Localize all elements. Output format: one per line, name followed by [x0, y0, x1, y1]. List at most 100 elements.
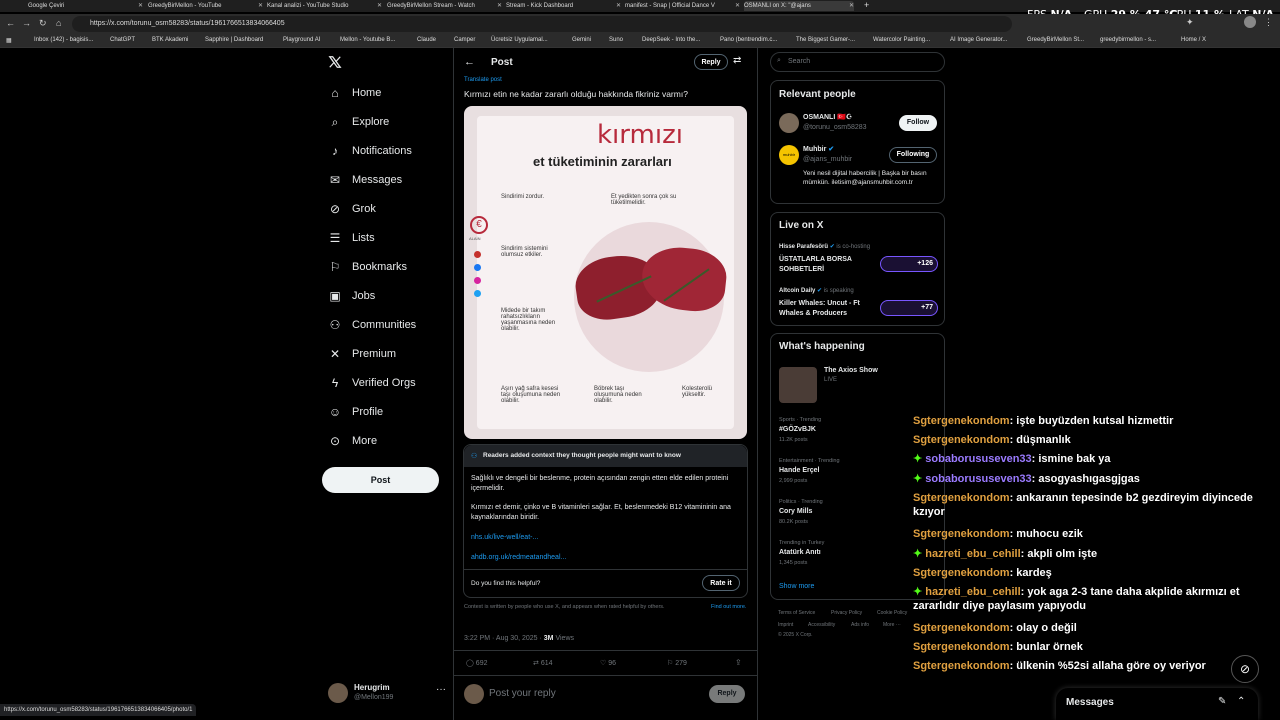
profile-avatar[interactable] [1244, 16, 1256, 28]
bookmark[interactable]: Inbox (142) - bagisis... [34, 37, 93, 43]
footer-link[interactable]: Privacy Policy [831, 610, 862, 616]
close-icon[interactable]: ✕ [849, 1, 854, 11]
footer-link[interactable]: Cookie Policy [877, 610, 907, 616]
nav-more[interactable]: ⊙ More [328, 430, 377, 452]
trend-name[interactable]: Atatürk Anıtı [779, 549, 821, 556]
close-icon[interactable]: ✕ [735, 1, 740, 11]
footer-link[interactable]: More ··· [883, 622, 901, 628]
back-icon[interactable]: ← [6, 18, 15, 28]
post-button[interactable]: Post [322, 467, 439, 493]
compose-message-icon[interactable]: ✎ [1218, 696, 1226, 707]
forward-icon[interactable]: → [22, 18, 31, 28]
following-button[interactable]: Following [889, 147, 937, 163]
reply-count[interactable]: ◯ 692 [466, 659, 487, 667]
bookmark[interactable]: Camper [454, 37, 475, 43]
bookmark[interactable]: Mellon - Youtube B... [340, 37, 395, 43]
apps-icon[interactable]: ▦ [6, 37, 12, 44]
back-arrow-icon[interactable]: ← [464, 56, 475, 68]
nav-explore[interactable]: ⌕ Explore [328, 111, 390, 133]
tab-youtube-studio[interactable]: Kanal analizi - YouTube Studio ✕ [267, 1, 382, 11]
repost-count[interactable]: ⇄ 614 [533, 659, 553, 667]
tab-x-post[interactable]: OSMANLI on X: "@ajans ✕ [744, 1, 854, 11]
find-out-more-link[interactable]: Find out more. [711, 604, 751, 610]
space-title[interactable]: ÜSTATLARLA BORSA SOHBETLERİ [779, 255, 874, 275]
bookmark[interactable]: Ücretsiz Uygulamal... [491, 37, 548, 43]
bookmark[interactable]: greedybirmellon - s... [1100, 37, 1156, 43]
messages-drawer[interactable]: Messages ✎ ⌃ [1056, 688, 1258, 720]
tab-kick-dashboard[interactable]: Stream - Kick Dashboard ✕ [506, 1, 621, 11]
follow-button[interactable]: Follow [899, 115, 937, 131]
bookmark[interactable]: Gemini [572, 37, 591, 43]
close-icon[interactable]: ✕ [497, 1, 502, 11]
avatar[interactable]: muhbir [779, 145, 799, 165]
share-icon[interactable]: ⇪ [735, 658, 742, 667]
person-name[interactable]: Muhbir ✔ [803, 145, 834, 153]
nav-bookmarks[interactable]: ⚐ Bookmarks [328, 256, 407, 278]
nav-profile[interactable]: ☺ Profile [328, 401, 383, 423]
nav-premium[interactable]: ✕ Premium [328, 343, 396, 365]
show-title[interactable]: The Axios Show [824, 367, 878, 374]
nav-lists[interactable]: ☰ Lists [328, 227, 375, 249]
nav-communities[interactable]: ⚇ Communities [328, 314, 417, 336]
tab-stream-watch[interactable]: GreedyBirMellon Stream - Watch ✕ [387, 1, 502, 11]
note-link[interactable]: nhs.uk/live-well/eat-... [471, 534, 538, 541]
bookmark[interactable]: The Biggest Gamer-... [796, 37, 855, 43]
bookmark[interactable]: Pano (bentrendim.c... [720, 37, 777, 43]
nav-jobs[interactable]: ▣ Jobs [328, 285, 375, 307]
show-thumbnail[interactable] [779, 367, 817, 403]
bookmark[interactable]: Suno [609, 37, 623, 43]
person-name[interactable]: OSMANLI 🇹🇷☪ [803, 113, 852, 121]
sliders-icon[interactable]: ⇄ [733, 55, 741, 66]
bookmark[interactable]: Home / X [1181, 37, 1206, 43]
trend-name[interactable]: Hande Erçel [779, 467, 819, 474]
avatar[interactable] [779, 113, 799, 133]
new-tab-icon[interactable]: + [864, 1, 874, 11]
grok-floating-icon[interactable]: ⊘ [1231, 655, 1259, 683]
bookmark-count[interactable]: ⚐ 279 [667, 659, 687, 667]
reply-top-button[interactable]: Reply [694, 54, 728, 70]
bookmark[interactable]: Playground AI [283, 37, 320, 43]
post-image[interactable]: kırmızı et tüketiminin zararları € ALAİN… [464, 106, 747, 439]
search-input[interactable]: ⌕ Search [770, 52, 945, 72]
bookmark[interactable]: ChatGPT [110, 37, 135, 43]
show-more-link[interactable]: Show more [779, 583, 814, 590]
extensions-icon[interactable]: ✦ [1186, 17, 1194, 28]
like-count[interactable]: ♡ 96 [600, 659, 616, 667]
bookmark[interactable]: GreedyBirMellon St... [1027, 37, 1084, 43]
reply-submit-button[interactable]: Reply [709, 685, 745, 703]
avatar[interactable] [328, 683, 348, 703]
bookmark[interactable]: DeepSeek - Into the... [642, 37, 700, 43]
footer-link[interactable]: Accessibility [808, 622, 835, 628]
footer-link[interactable]: Terms of Service [778, 610, 815, 616]
reload-icon[interactable]: ↻ [39, 18, 47, 29]
tab-google-translate[interactable]: Google Çeviri ✕ [28, 1, 143, 11]
footer-link[interactable]: Imprint [778, 622, 793, 628]
translate-link[interactable]: Translate post [464, 77, 502, 83]
space-listeners[interactable]: +77 [880, 300, 938, 316]
bookmark[interactable]: AI Image Generator... [950, 37, 1007, 43]
bookmark[interactable]: Watercolor Painting... [873, 37, 930, 43]
reply-input[interactable]: Post your reply [489, 688, 556, 699]
bookmark[interactable]: BTK Akademi [152, 37, 188, 43]
home-icon[interactable]: ⌂ [56, 18, 61, 28]
space-title[interactable]: Killer Whales: Uncut - Ft Whales & Produ… [779, 299, 874, 319]
trend-name[interactable]: #GÖZvBJK [779, 426, 816, 433]
trend-name[interactable]: Cory Mills [779, 508, 812, 515]
close-icon[interactable]: ✕ [138, 1, 143, 11]
bookmark[interactable]: Sapphire | Dashboard [205, 37, 263, 43]
nav-verified-orgs[interactable]: ϟ Verified Orgs [328, 372, 416, 394]
note-link[interactable]: ahdb.org.uk/redmeatandheal... [471, 554, 566, 561]
footer-link[interactable]: Ads info [851, 622, 869, 628]
close-icon[interactable]: ✕ [377, 1, 382, 11]
menu-icon[interactable]: ⋮ [1264, 17, 1273, 28]
space-listeners[interactable]: +126 [880, 256, 938, 272]
close-icon[interactable]: ✕ [258, 1, 263, 11]
rate-it-button[interactable]: Rate it [702, 575, 740, 591]
tab-youtube[interactable]: GreedyBirMellon - YouTube ✕ [148, 1, 263, 11]
nav-grok[interactable]: ⊘ Grok [328, 198, 376, 220]
nav-home[interactable]: ⌂ Home [328, 82, 381, 104]
more-icon[interactable]: ··· [436, 684, 446, 695]
x-logo-icon[interactable] [328, 55, 342, 69]
close-icon[interactable]: ✕ [616, 1, 621, 11]
url-field[interactable]: https://x.com/torunu_osm58283/status/196… [72, 16, 1012, 32]
